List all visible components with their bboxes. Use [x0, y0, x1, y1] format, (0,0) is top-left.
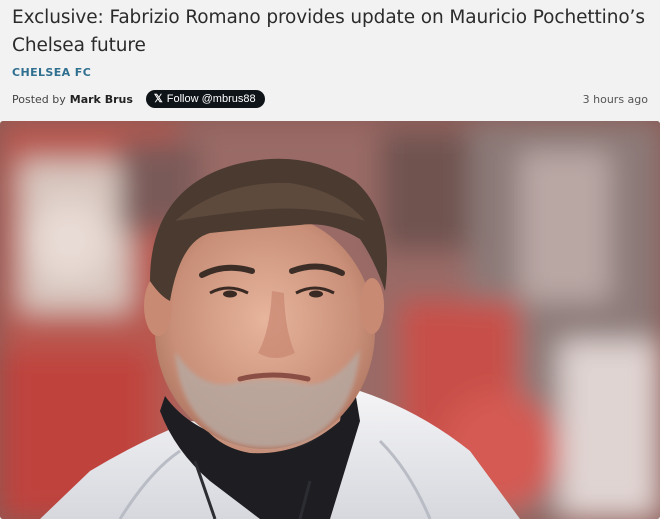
- portrait-photo: [0, 121, 660, 519]
- follow-on-x-button[interactable]: 𝕏 Follow @mbrus88: [145, 90, 265, 108]
- byline: Posted by Mark Brus 𝕏 Follow @mbrus88 3 …: [12, 89, 648, 109]
- article-headline: Exclusive: Fabrizio Romano provides upda…: [12, 7, 645, 56]
- byline-prefix: Posted by: [12, 92, 66, 106]
- category-link[interactable]: CHELSEA FC: [12, 66, 91, 79]
- author-link[interactable]: Mark Brus: [70, 93, 133, 106]
- follow-button-label: Follow @mbrus88: [166, 93, 256, 105]
- publish-timestamp: 3 hours ago: [582, 92, 648, 106]
- x-logo-icon: 𝕏: [153, 92, 163, 105]
- article-hero-image: [0, 121, 660, 519]
